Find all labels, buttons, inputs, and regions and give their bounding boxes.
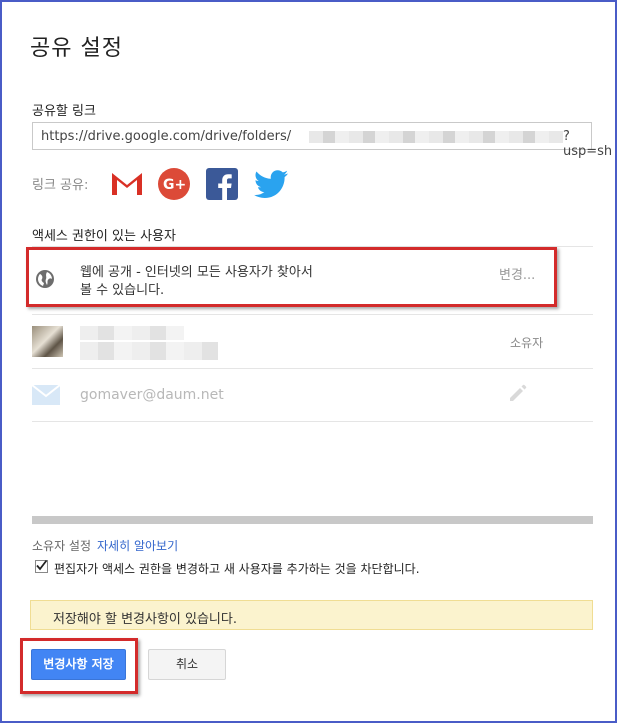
guest-email: gomaver@daum.net [80,387,224,403]
pencil-icon[interactable] [508,383,528,407]
avatar [32,326,63,357]
dialog-title: 공유 설정 [30,36,123,61]
public-row-highlight [26,247,557,307]
share-link-field[interactable]: https://drive.google.com/drive/folders/ … [32,122,612,159]
svg-text:G+: G+ [163,177,186,193]
link-label: 공유할 링크 [32,104,96,119]
sharing-settings-dialog: 공유 설정 공유할 링크 https://drive.google.com/dr… [0,0,617,723]
owner-role-label: 소유자 [510,336,544,350]
access-row-owner [32,315,593,368]
unsaved-changes-notice: 저장해야 할 변경사항이 있습니다. [30,600,593,630]
facebook-icon[interactable] [206,168,238,200]
restrict-editors-checkbox[interactable] [35,559,48,573]
link-prefix: https://drive.google.com/drive/folders/ [41,129,292,144]
restrict-editors-label: 편집자가 액세스 권한을 변경하고 새 사용자를 추가하는 것을 차단합니다. [54,562,420,576]
learn-more-link[interactable]: 자세히 알아보기 [97,539,178,553]
link-redacted [309,131,563,143]
save-changes-button[interactable]: 변경사항 저장 [31,649,126,680]
notice-text: 저장해야 할 변경사항이 있습니다. [53,612,237,627]
owner-settings-label: 소유자 설정 [32,539,92,553]
cancel-button[interactable]: 취소 [148,649,226,680]
owner-settings: 소유자 설정 자세히 알아보기 [32,537,178,554]
google-plus-icon[interactable]: G+ [158,168,190,200]
divider [32,421,593,422]
gmail-icon[interactable] [110,168,142,200]
link-suffix: ?usp=sh [563,129,613,159]
share-label: 링크 공유: [32,178,89,193]
owner-email-redacted [80,342,218,360]
mail-icon [31,384,61,409]
owner-name-redacted [80,326,184,340]
access-label: 액세스 권한이 있는 사용자 [32,229,176,244]
twitter-icon[interactable] [254,168,288,200]
horizontal-scrollbar[interactable] [32,516,593,524]
